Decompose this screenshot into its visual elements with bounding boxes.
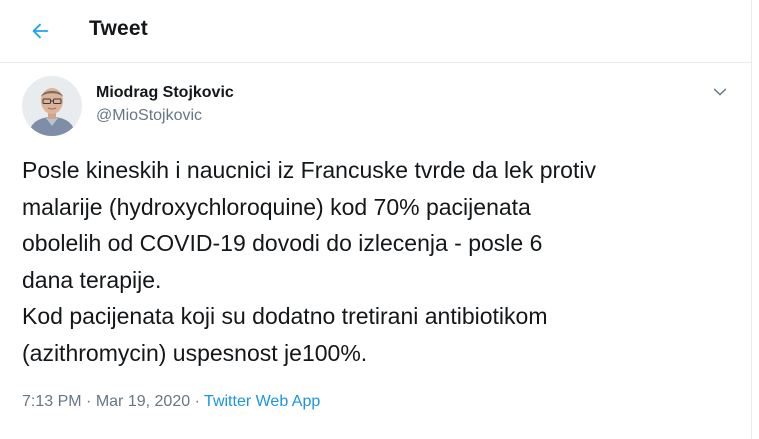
tweet-meta: 7:13 PM · Mar 19, 2020 · Twitter Web App bbox=[22, 393, 320, 411]
author-handle[interactable]: @MioStojkovic bbox=[96, 107, 202, 125]
arrow-left-icon bbox=[32, 23, 49, 39]
tweet-text-line: Kod pacijenata koji su dodatno tretirani… bbox=[22, 303, 548, 329]
tweet-page: Tweet Miodrag Stojkovic @MioStojkovic Po… bbox=[0, 0, 752, 439]
tweet-text-line: obolelih od COVID-19 dovodi do izlecenja… bbox=[22, 230, 543, 256]
tweet-source-link[interactable]: Twitter Web App bbox=[204, 393, 320, 410]
back-button[interactable] bbox=[24, 15, 56, 47]
page-title: Tweet bbox=[89, 17, 148, 40]
meta-separator: · bbox=[86, 393, 92, 410]
tweet-text-line: dana terapije. bbox=[22, 266, 162, 293]
tweet-text-line: (azithromycin) uspesnost je100%. bbox=[22, 339, 368, 366]
meta-separator: · bbox=[194, 393, 200, 410]
author-name[interactable]: Miodrag Stojkovic bbox=[96, 84, 234, 102]
tweet-time[interactable]: 7:13 PM bbox=[22, 393, 82, 410]
chevron-down-icon bbox=[713, 88, 727, 96]
tweet-text-line: Posle kineskih i naucnici iz Francuske t… bbox=[22, 157, 596, 183]
tweet-date[interactable]: Mar 19, 2020 bbox=[96, 393, 190, 410]
tweet-text-line: malarije (hydroxychloroquine) kod 70% pa… bbox=[22, 193, 531, 220]
tweet-menu-button[interactable] bbox=[708, 80, 732, 104]
avatar[interactable] bbox=[22, 76, 82, 136]
page-header: Tweet bbox=[0, 0, 752, 63]
tweet-text: Posle kineskih i naucnici iz Francuske t… bbox=[22, 152, 732, 371]
profile-photo-icon bbox=[22, 76, 82, 136]
